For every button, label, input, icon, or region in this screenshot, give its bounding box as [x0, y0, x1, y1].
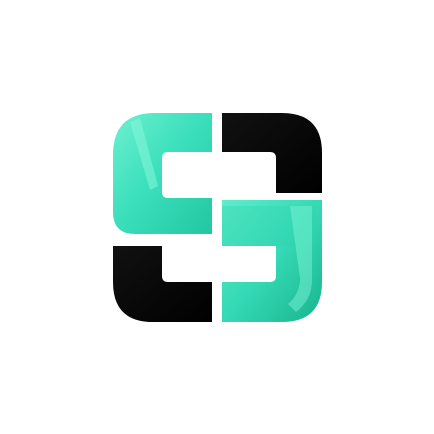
app-icon-canvas — [0, 0, 434, 434]
top-left-teal-segment — [113, 113, 212, 234]
bottom-left-black-segment — [113, 246, 212, 322]
s-monogram-logo-icon — [113, 113, 322, 322]
top-right-black-segment — [222, 113, 322, 193]
